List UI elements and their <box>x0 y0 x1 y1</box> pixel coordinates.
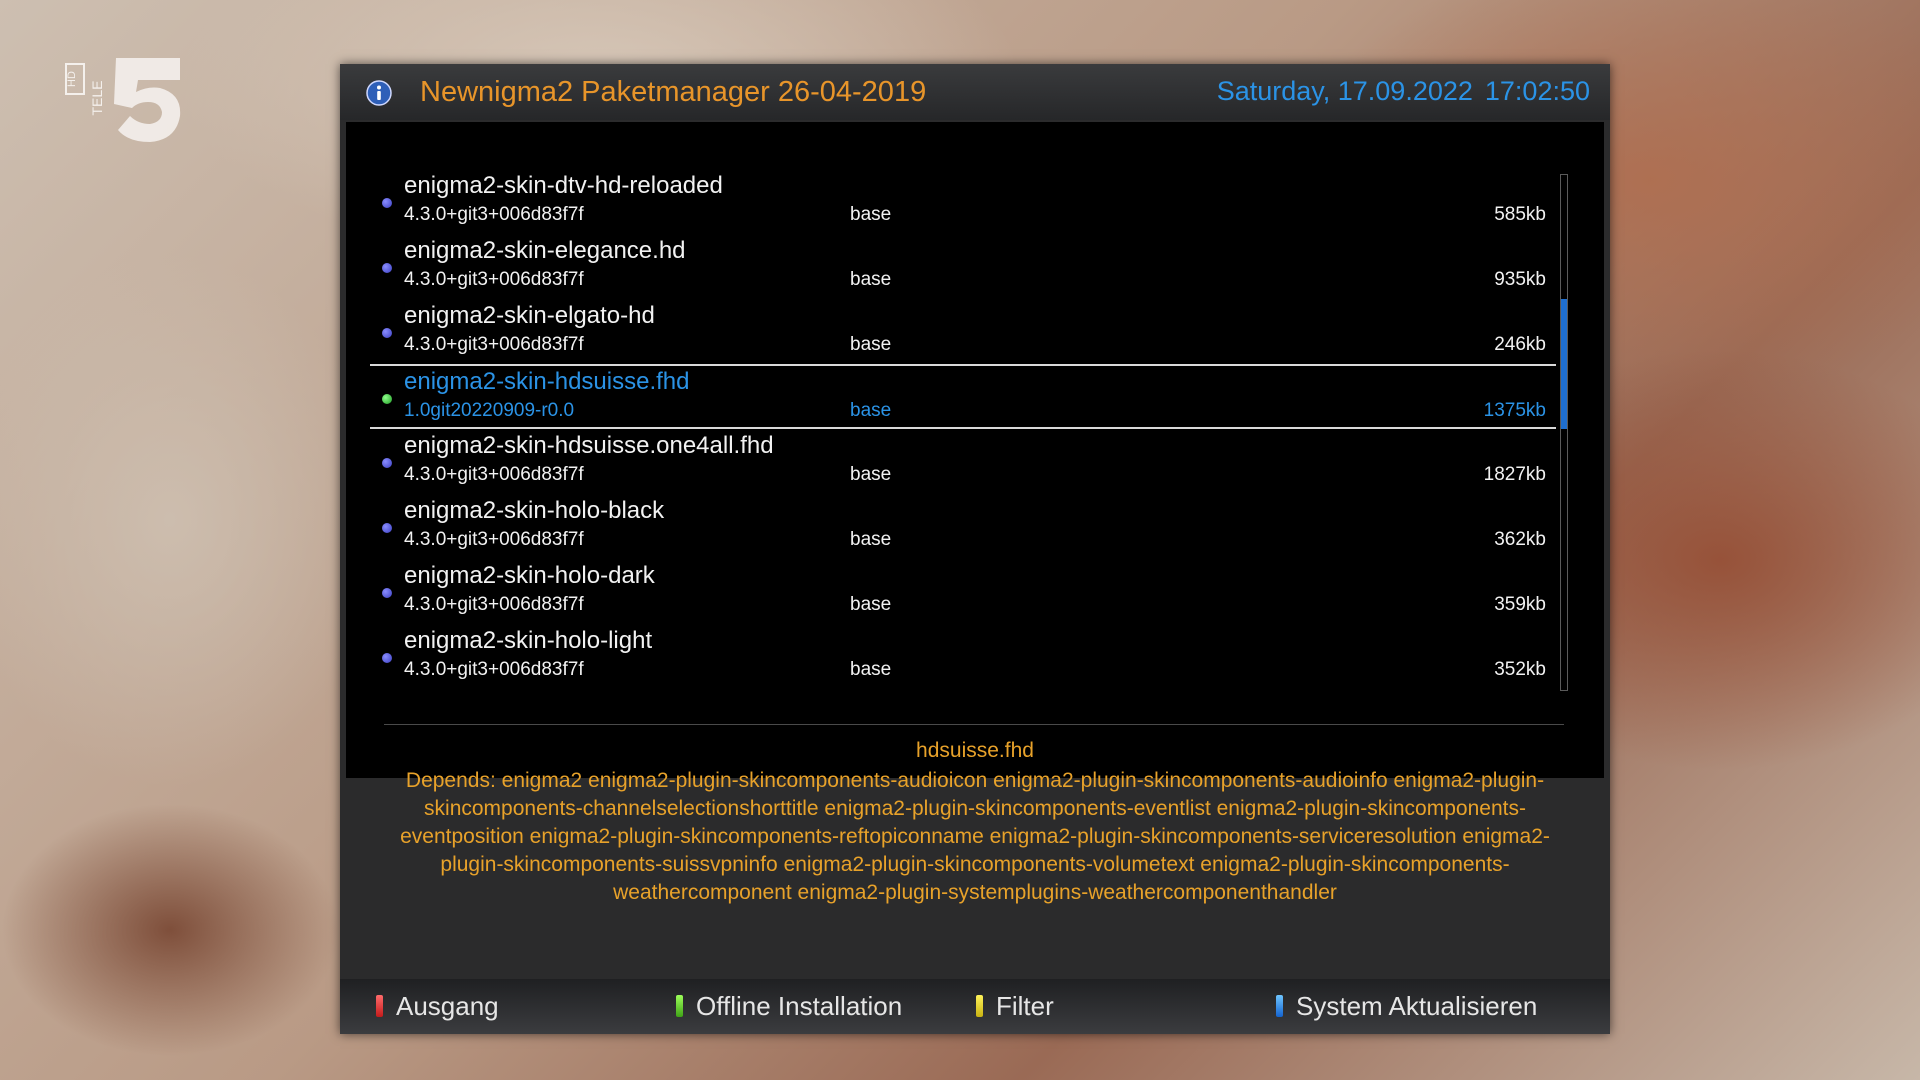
package-section: base <box>850 529 892 550</box>
package-version: 4.3.0+git3+006d83f7f <box>404 269 584 290</box>
status-dot-icon <box>382 523 392 533</box>
package-row[interactable]: enigma2-skin-elegance.hd 4.3.0+git3+006d8… <box>370 234 1556 299</box>
package-version: 4.3.0+git3+006d83f7f <box>404 659 584 680</box>
package-list[interactable]: enigma2-skin-dtv-hd-reloaded 4.3.0+git3+0… <box>370 169 1556 689</box>
header-bar: Newnigma2 Paketmanager 26-04-2019 Saturd… <box>340 64 1610 120</box>
status-dot-icon <box>382 653 392 663</box>
package-row[interactable]: enigma2-skin-hdsuisse.one4all.fhd 4.3.0+g… <box>370 429 1556 494</box>
package-name: enigma2-skin-elegance.hd <box>404 237 686 264</box>
description-body: Depends: enigma2 enigma2-plugin-skincomp… <box>400 769 1550 904</box>
green-key-icon <box>676 995 683 1017</box>
package-size: 1375kb <box>1483 400 1546 421</box>
package-size: 352kb <box>1494 659 1546 680</box>
scrollbar-track[interactable] <box>1560 174 1568 691</box>
date-label: Saturday, 17.09.2022 <box>1216 76 1473 106</box>
package-section: base <box>850 400 892 421</box>
status-dot-icon <box>382 394 392 404</box>
blue-key-icon <box>1276 995 1283 1017</box>
package-list-area: enigma2-skin-dtv-hd-reloaded 4.3.0+git3+0… <box>346 122 1604 778</box>
package-row[interactable]: enigma2-skin-holo-black 4.3.0+git3+006d83… <box>370 494 1556 559</box>
package-section: base <box>850 269 892 290</box>
package-name: enigma2-skin-dtv-hd-reloaded <box>404 172 723 199</box>
package-row[interactable]: enigma2-skin-elgato-hd 4.3.0+git3+006d83f… <box>370 299 1556 364</box>
status-dot-icon <box>382 588 392 598</box>
scrollbar-thumb[interactable] <box>1561 299 1567 429</box>
filter-button-label: Filter <box>996 991 1054 1021</box>
system-update-button-label: System Aktualisieren <box>1296 991 1538 1021</box>
package-manager-window: Newnigma2 Paketmanager 26-04-2019 Saturd… <box>340 64 1610 1034</box>
offline-install-button-label: Offline Installation <box>696 991 903 1021</box>
yellow-key-icon <box>976 995 983 1017</box>
package-row[interactable]: enigma2-skin-hdsuisse.fhd 1.0git20220909-… <box>370 364 1556 429</box>
package-version: 4.3.0+git3+006d83f7f <box>404 334 584 355</box>
package-version: 4.3.0+git3+006d83f7f <box>404 529 584 550</box>
status-dot-icon <box>382 328 392 338</box>
package-section: base <box>850 204 892 225</box>
package-name: enigma2-skin-hdsuisse.one4all.fhd <box>404 432 774 459</box>
window-title: Newnigma2 Paketmanager 26-04-2019 <box>420 76 927 108</box>
datetime-display: Saturday, 17.09.2022 17:02:50 <box>1217 76 1590 107</box>
package-name: enigma2-skin-holo-black <box>404 497 665 524</box>
package-row[interactable]: enigma2-skin-holo-dark 4.3.0+git3+006d83f… <box>370 559 1556 624</box>
package-section: base <box>850 594 892 615</box>
status-dot-icon <box>382 263 392 273</box>
time-label: 17:02:50 <box>1484 76 1590 106</box>
package-name: enigma2-skin-holo-dark <box>404 562 655 589</box>
package-section: base <box>850 659 892 680</box>
package-version: 4.3.0+git3+006d83f7f <box>404 594 584 615</box>
description-title: hdsuisse.fhd <box>916 739 1034 762</box>
package-name: enigma2-skin-elgato-hd <box>404 302 655 329</box>
package-size: 585kb <box>1494 204 1546 225</box>
package-size: 1827kb <box>1483 464 1546 485</box>
description-divider <box>384 724 1564 725</box>
status-dot-icon <box>382 458 392 468</box>
footer-button-bar: Ausgang Offline Installation Filter Syst… <box>340 979 1610 1034</box>
package-size: 935kb <box>1494 269 1546 290</box>
package-version: 1.0git20220909-r0.0 <box>404 400 575 421</box>
package-size: 362kb <box>1494 529 1546 550</box>
info-icon <box>366 80 392 106</box>
package-section: base <box>850 334 892 355</box>
exit-button-label: Ausgang <box>396 991 499 1021</box>
svg-text:HD: HD <box>66 71 78 87</box>
svg-text:TELE: TELE <box>89 80 105 115</box>
package-row[interactable]: enigma2-skin-dtv-hd-reloaded 4.3.0+git3+0… <box>370 169 1556 234</box>
package-row[interactable]: enigma2-skin-holo-light 4.3.0+git3+006d83… <box>370 624 1556 689</box>
red-key-icon <box>376 995 383 1017</box>
status-dot-icon <box>382 198 392 208</box>
package-version: 4.3.0+git3+006d83f7f <box>404 204 584 225</box>
package-version: 4.3.0+git3+006d83f7f <box>404 464 584 485</box>
package-size: 246kb <box>1494 334 1546 355</box>
package-name: enigma2-skin-hdsuisse.fhd <box>404 368 690 395</box>
package-section: base <box>850 464 892 485</box>
package-name: enigma2-skin-holo-light <box>404 627 653 654</box>
package-size: 359kb <box>1494 594 1546 615</box>
tele5-hd-logo: HD TELE <box>65 58 181 142</box>
